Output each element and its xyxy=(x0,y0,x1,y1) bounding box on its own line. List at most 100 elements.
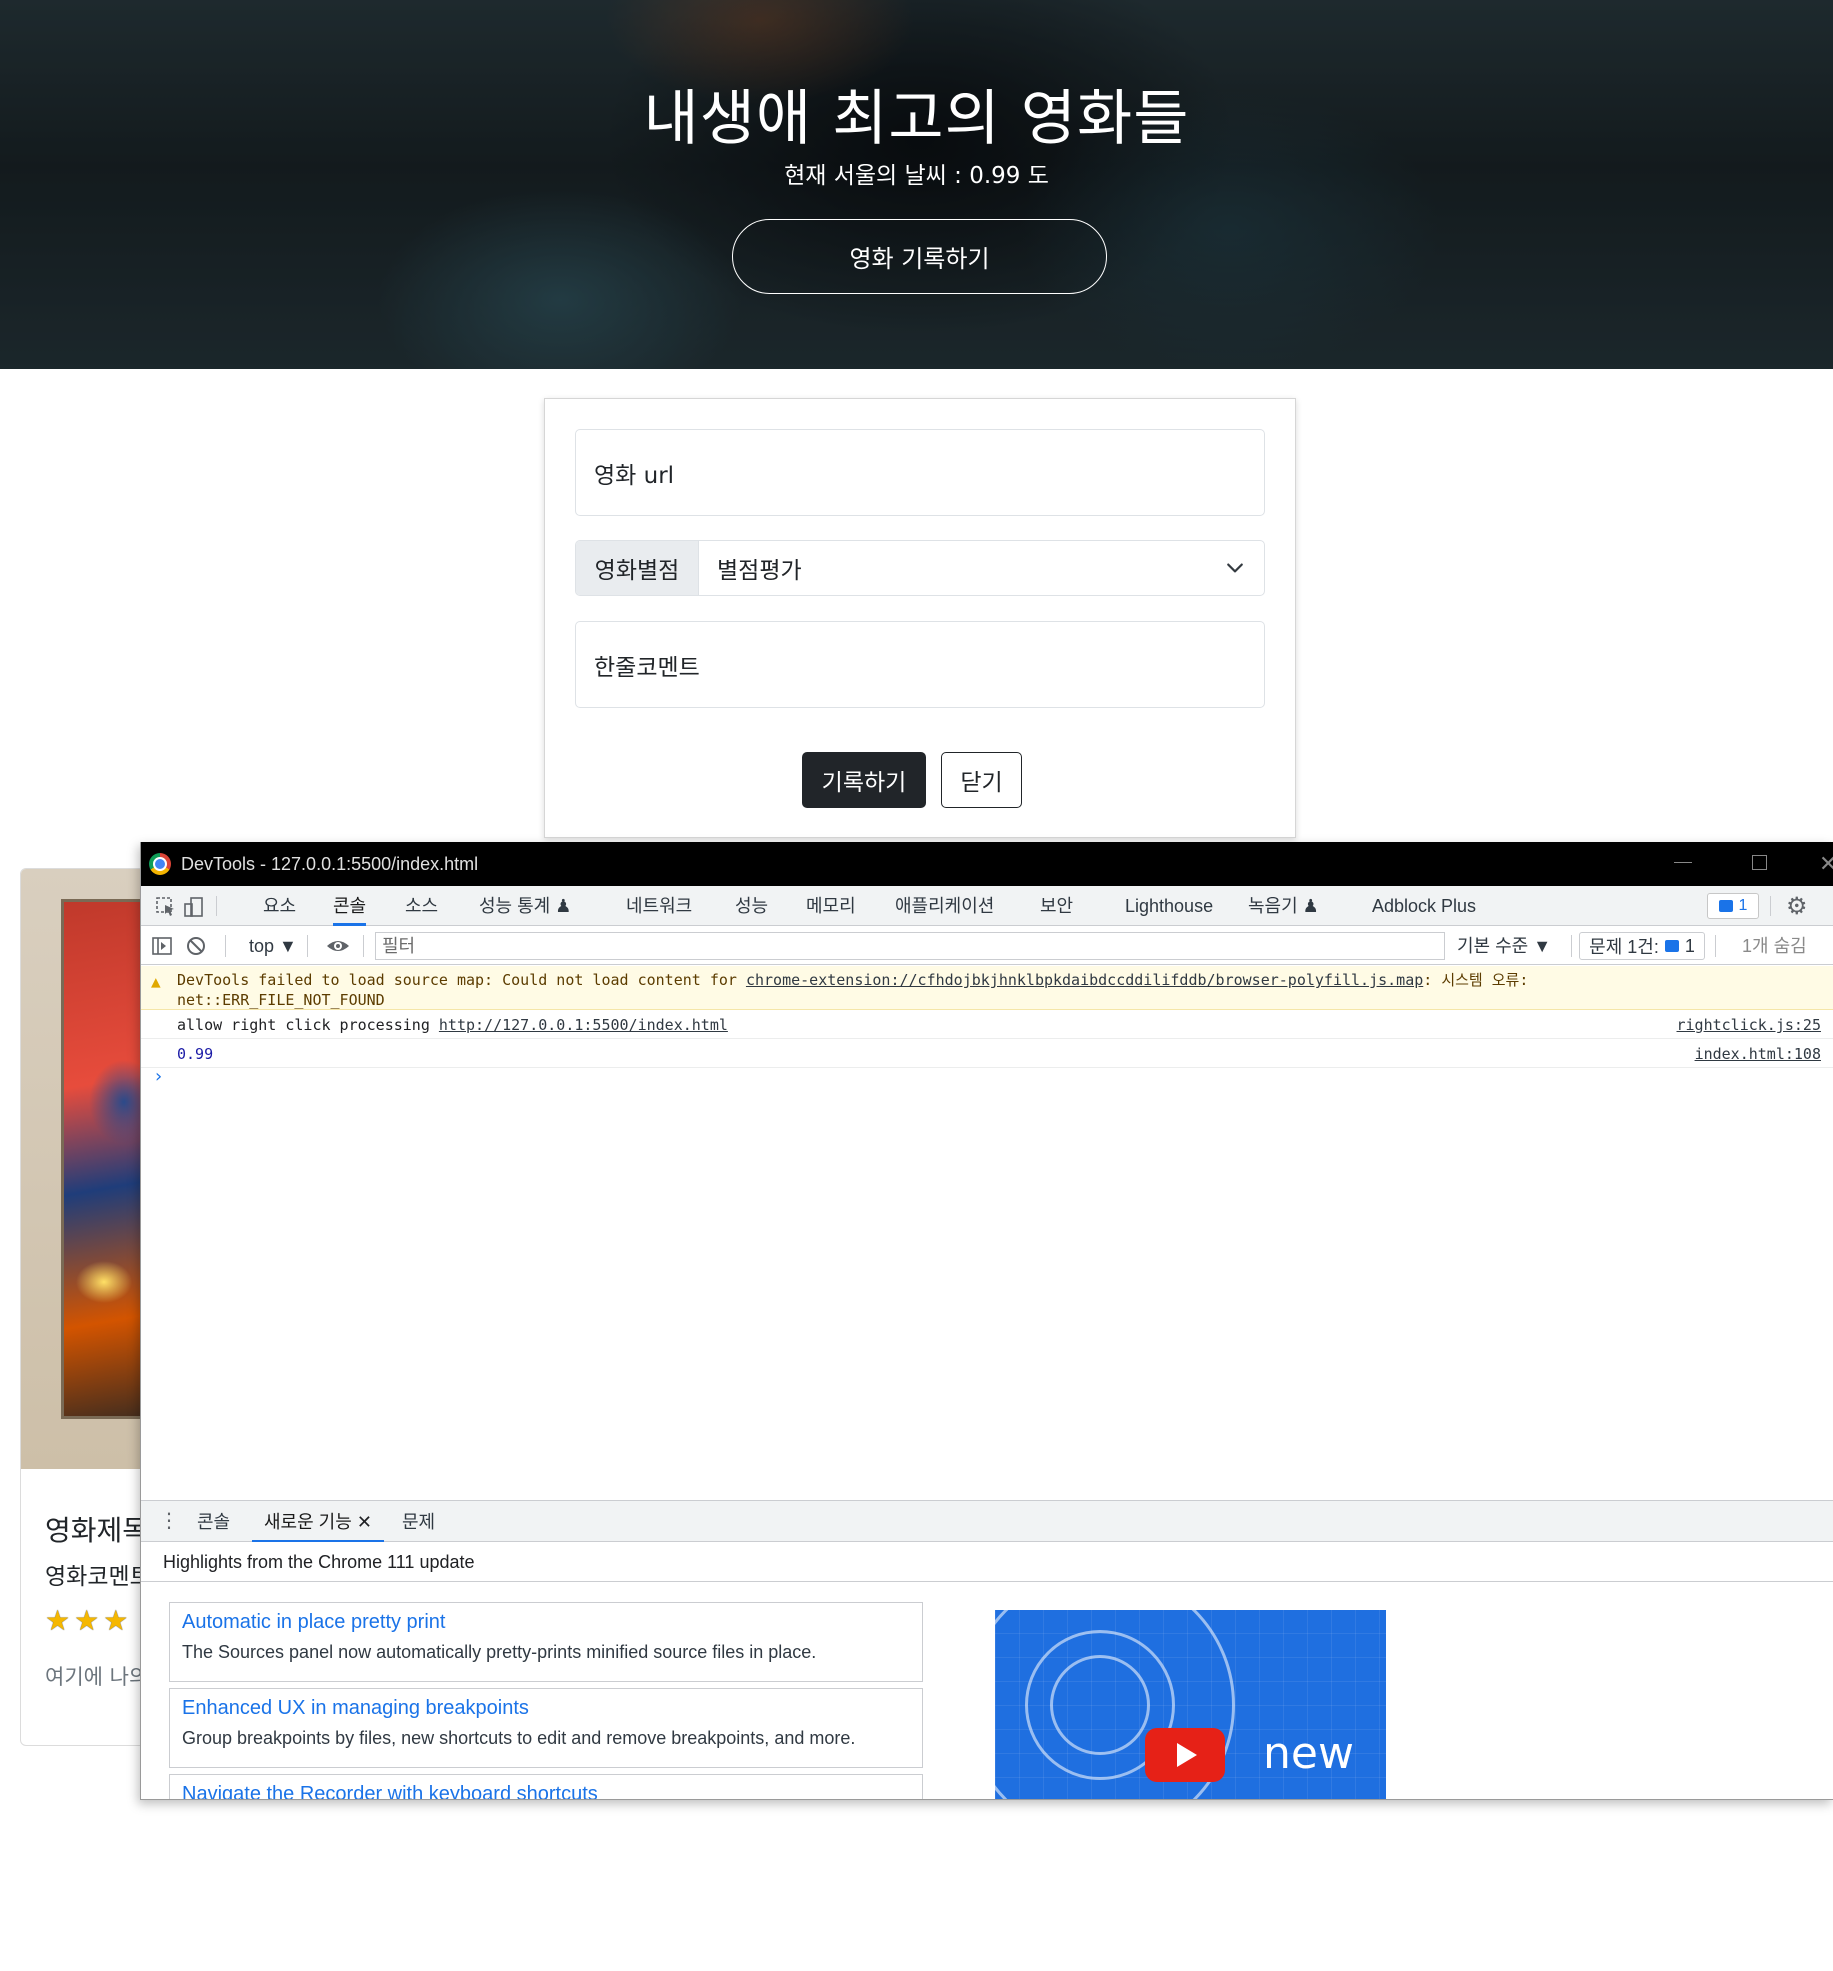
issues-count: 1 xyxy=(1738,897,1748,914)
chevron-down-icon xyxy=(1227,563,1243,573)
warning-icon: ▲ xyxy=(151,972,161,991)
tab-elements[interactable]: 요소 xyxy=(263,886,296,926)
feature-title[interactable]: Navigate the Recorder with keyboard shor… xyxy=(182,1783,910,1799)
hidden-count: 1개 숨김 xyxy=(1742,936,1807,956)
log-number: 0.99 xyxy=(177,1045,214,1063)
hero-banner: 내생애 최고의 영화들 현재 서울의 날씨 : 0.99 도 영화 기록하기 xyxy=(0,0,1833,369)
console-warning-row: ▲ DevTools failed to load source map: Co… xyxy=(141,966,1833,1010)
console-log-row: 0.99 index.html:108 xyxy=(141,1040,1833,1068)
movie-card-title: 영화제목 xyxy=(45,1514,149,1547)
video-caption: new xyxy=(1263,1728,1354,1779)
device-toolbar-icon[interactable] xyxy=(183,896,205,918)
chrome-logo-icon xyxy=(149,853,171,875)
drawer-tabbar: ⋮ 콘솔 새로운 기능 ✕ 문제 xyxy=(141,1500,1833,1543)
feature-card[interactable]: Enhanced UX in managing breakpoints Grou… xyxy=(169,1688,923,1768)
warning-message: DevTools failed to load source map: Coul… xyxy=(177,970,1817,1010)
rating-select-group: 영화별점 별점평가 xyxy=(575,540,1265,596)
devtools-titlebar[interactable]: DevTools - 127.0.0.1:5500/index.html ✕ xyxy=(141,842,1833,886)
issues-badge-button[interactable]: 1 xyxy=(1707,893,1759,919)
issues-badge-count: 1 xyxy=(1684,935,1695,956)
feature-title[interactable]: Automatic in place pretty print xyxy=(182,1611,910,1634)
minimize-icon[interactable] xyxy=(1674,862,1692,863)
sidebar-toggle-icon[interactable] xyxy=(151,935,173,957)
tab-performance-insights[interactable]: 성능 통계 ♟ xyxy=(479,886,571,926)
drawer-tab-console[interactable]: 콘솔 xyxy=(197,1501,230,1543)
feature-description: The Sources panel now automatically pret… xyxy=(182,1642,817,1662)
warning-suffix: : 시스템 오류: xyxy=(1423,971,1529,989)
whats-new-header: Highlights from the Chrome 111 update xyxy=(141,1542,1833,1582)
tab-sources[interactable]: 소스 xyxy=(405,886,438,926)
page-title: 내생애 최고의 영화들 xyxy=(643,84,1190,154)
record-movie-button[interactable]: 영화 기록하기 xyxy=(732,219,1107,294)
tab-lighthouse[interactable]: Lighthouse xyxy=(1125,886,1213,926)
separator xyxy=(1571,935,1572,957)
log-message: allow right click processing http://127.… xyxy=(177,1016,728,1034)
maximize-icon[interactable] xyxy=(1752,855,1767,870)
rating-selected-value: 별점평가 xyxy=(717,558,802,584)
rating-label: 영화별점 xyxy=(576,541,699,595)
inspect-element-icon[interactable] xyxy=(155,896,177,918)
movie-form-card: 영화 url 영화별점 별점평가 한줄코멘트 기록하기 닫기 xyxy=(544,398,1296,838)
tab-memory[interactable]: 메모리 xyxy=(806,886,856,926)
separator xyxy=(363,935,364,957)
close-button[interactable]: 닫기 xyxy=(941,752,1022,808)
window-title: DevTools - 127.0.0.1:5500/index.html xyxy=(181,853,479,874)
movie-card-description: 여기에 나의 xyxy=(45,1665,149,1689)
decorative-ring xyxy=(1050,1655,1150,1755)
settings-gear-icon[interactable]: ⚙ xyxy=(1786,892,1808,921)
separator xyxy=(225,935,226,957)
warning-prefix: DevTools failed to load source map: Coul… xyxy=(177,971,746,989)
context-select[interactable]: top ▼ xyxy=(249,927,297,965)
console-output: ▲ DevTools failed to load source map: Co… xyxy=(141,966,1833,1501)
tab-performance[interactable]: 성능 xyxy=(735,886,768,926)
movie-card-comment: 영화코멘트 xyxy=(45,1564,151,1590)
filter-input[interactable]: 필터 xyxy=(375,932,1445,960)
separator xyxy=(1770,896,1771,916)
feature-title[interactable]: Enhanced UX in managing breakpoints xyxy=(182,1697,910,1720)
tab-network[interactable]: 네트워크 xyxy=(626,886,692,926)
log-level-select[interactable]: 기본 수준 ▼ xyxy=(1457,927,1551,965)
warning-error-code: net::ERR_FILE_NOT_FOUND xyxy=(177,991,385,1009)
issues-counter-button[interactable]: 문제 1건: 1 xyxy=(1579,932,1705,960)
tab-console[interactable]: 콘솔 xyxy=(333,886,367,926)
tab-recorder[interactable]: 녹음기 ♟ xyxy=(1248,886,1319,926)
separator xyxy=(307,935,308,957)
whats-new-video-thumbnail[interactable]: new xyxy=(995,1610,1386,1799)
feature-description: Group breakpoints by files, new shortcut… xyxy=(182,1728,856,1748)
log-source-link[interactable]: rightclick.js:25 xyxy=(1677,1016,1822,1034)
youtube-play-icon[interactable] xyxy=(1145,1728,1225,1782)
feature-card[interactable]: Navigate the Recorder with keyboard shor… xyxy=(169,1774,923,1799)
star-rating: ★★★ xyxy=(45,1604,133,1637)
devtools-tabbar: 요소 콘솔 소스 성능 통계 ♟ 네트워크 성능 메모리 애플리케이션 보안 L… xyxy=(141,886,1833,926)
clear-console-icon[interactable] xyxy=(185,935,207,957)
save-button[interactable]: 기록하기 xyxy=(802,752,926,808)
close-icon[interactable]: ✕ xyxy=(1819,851,1833,877)
rating-select[interactable]: 별점평가 xyxy=(699,541,1264,595)
console-filterbar: top ▼ 필터 기본 수준 ▼ 문제 1건: 1 1개 숨김 xyxy=(141,927,1833,965)
log-text: allow right click processing xyxy=(177,1016,439,1034)
message-icon xyxy=(1664,940,1679,952)
comment-input[interactable]: 한줄코멘트 xyxy=(575,621,1265,708)
devtools-window: DevTools - 127.0.0.1:5500/index.html ✕ 요… xyxy=(140,842,1833,1800)
drawer-tab-label: 새로운 기능 xyxy=(264,1512,352,1532)
drawer-tab-whats-new[interactable]: 새로운 기능 ✕ xyxy=(252,1501,384,1543)
log-link[interactable]: http://127.0.0.1:5500/index.html xyxy=(439,1016,728,1034)
log-source-link[interactable]: index.html:108 xyxy=(1695,1045,1821,1063)
drawer-tab-issues[interactable]: 문제 xyxy=(402,1501,435,1543)
close-tab-icon[interactable]: ✕ xyxy=(357,1512,372,1532)
live-expression-eye-icon[interactable] xyxy=(325,935,351,957)
feature-card[interactable]: Automatic in place pretty print The Sour… xyxy=(169,1602,923,1682)
console-log-row: allow right click processing http://127.… xyxy=(141,1011,1833,1039)
separator xyxy=(1715,935,1716,957)
console-prompt-icon[interactable]: › xyxy=(153,1066,164,1087)
weather-text: 현재 서울의 날씨 : 0.99 도 xyxy=(784,163,1049,189)
tab-adblock-plus[interactable]: Adblock Plus xyxy=(1372,886,1476,926)
message-icon xyxy=(1718,900,1733,912)
drawer-menu-icon[interactable]: ⋮ xyxy=(159,1509,179,1533)
tab-application[interactable]: 애플리케이션 xyxy=(895,886,994,926)
movie-url-input[interactable]: 영화 url xyxy=(575,429,1265,516)
separator xyxy=(216,896,217,916)
tab-security[interactable]: 보안 xyxy=(1040,886,1073,926)
issues-label: 문제 1건: xyxy=(1589,937,1659,957)
warning-link[interactable]: chrome-extension://cfhdojbkjhnklbpkdaibd… xyxy=(746,971,1423,989)
